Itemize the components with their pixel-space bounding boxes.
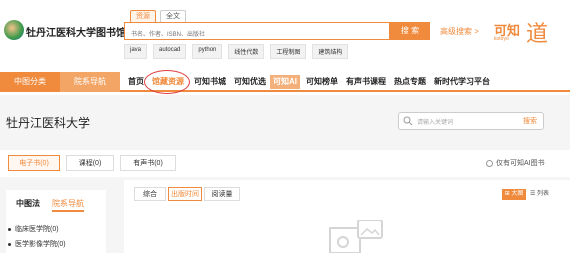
sort-publish-time[interactable]: 出版时间 xyxy=(168,187,202,201)
search-tab-resource[interactable]: 资源 xyxy=(130,10,156,22)
site-search[interactable]: 请输入关键词 搜索 xyxy=(398,112,544,130)
search-field[interactable] xyxy=(124,22,390,43)
nav-bookstore[interactable]: 可知书城 xyxy=(194,72,226,92)
empty-image-icon xyxy=(329,220,383,253)
hot-tag[interactable]: java xyxy=(124,44,148,59)
grid-view-button[interactable]: ⊞ 大图 xyxy=(502,189,526,200)
library-logo-icon xyxy=(4,20,24,40)
tab-clc[interactable]: 中图法 xyxy=(16,198,40,209)
hot-tag[interactable]: 工程制图 xyxy=(270,44,307,59)
nav-rankings[interactable]: 可知榜单 xyxy=(306,72,338,92)
hot-tags: java autocad python 线性代数 工程制图 建筑结构 xyxy=(124,44,349,59)
nav-selected[interactable]: 可知优选 xyxy=(234,72,266,92)
search-icon xyxy=(403,116,413,126)
tab-ebooks[interactable]: 电子书(0) xyxy=(8,155,60,171)
page-title: 牡丹江医科大学 xyxy=(6,116,91,130)
list-item[interactable]: 医学影像学院(0) xyxy=(8,239,66,249)
nav-learning-platform[interactable]: 新时代学习平台 xyxy=(434,72,490,92)
nav-home[interactable]: 首页 xyxy=(128,72,144,92)
bullet-icon xyxy=(8,242,11,246)
list-item-label: 医学影像学院(0) xyxy=(15,241,66,248)
search-tab-fulltext[interactable]: 全文 xyxy=(160,10,186,22)
highlight-circle xyxy=(144,70,190,94)
radio-icon[interactable] xyxy=(486,159,493,167)
list-view-button[interactable]: ☰ 列表 xyxy=(530,189,549,200)
hot-tag[interactable]: 建筑结构 xyxy=(312,44,349,59)
nav-category-clc[interactable]: 中图分类 xyxy=(0,72,60,92)
hot-tag[interactable]: python xyxy=(192,44,223,59)
kezhi-brand-logo: 可知 道 kotoyo xyxy=(494,16,566,47)
search-button[interactable]: 搜 索 xyxy=(390,22,430,40)
nav-category-department[interactable]: 院系导航 xyxy=(60,72,120,92)
tab-department-nav[interactable]: 院系导航 xyxy=(52,198,84,212)
library-name: 牡丹江医科大学图书馆 xyxy=(26,28,126,39)
tab-audiobooks[interactable]: 有声书(0) xyxy=(120,155,176,171)
tab-courses[interactable]: 课程(0) xyxy=(66,155,114,171)
hot-tag[interactable]: 线性代数 xyxy=(228,44,265,59)
bullet-icon xyxy=(8,227,11,231)
advanced-search-link[interactable]: 高级搜索 > xyxy=(440,26,479,37)
brand-text-3: kotoyo xyxy=(494,36,509,42)
site-search-placeholder: 请输入关键词 xyxy=(417,120,454,126)
nav-hot-topics[interactable]: 热点专题 xyxy=(394,72,426,92)
sort-comprehensive[interactable]: 综合 xyxy=(134,187,166,201)
hot-tag[interactable]: autocad xyxy=(153,44,187,59)
list-item[interactable]: 临床医学院(0) xyxy=(8,224,59,234)
nav-ai[interactable]: 可知AI xyxy=(270,75,300,89)
list-item-label: 临床医学院(0) xyxy=(15,226,59,233)
only-ai-filter[interactable]: 仅有可知AI图书 xyxy=(486,158,545,168)
nav-audiobook-courses[interactable]: 有声书课程 xyxy=(346,72,386,92)
site-search-button[interactable]: 搜索 xyxy=(523,116,537,126)
sort-read-count[interactable]: 阅读量 xyxy=(204,187,240,201)
only-ai-label: 仅有可知AI图书 xyxy=(496,160,545,167)
brand-text-2: 道 xyxy=(526,22,549,47)
search-input[interactable] xyxy=(125,27,389,43)
